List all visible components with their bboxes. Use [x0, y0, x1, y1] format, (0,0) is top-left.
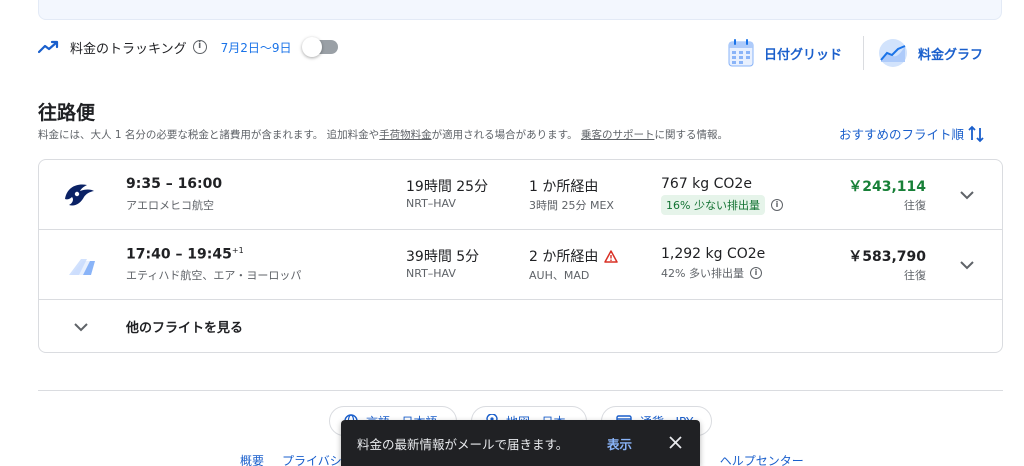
stops-detail: 3時間 25分 MEX — [529, 199, 614, 212]
view-divider — [863, 36, 864, 70]
co2-emissions: 767 kg CO2e — [661, 176, 752, 192]
aeromexico-logo-icon — [65, 184, 94, 206]
footer-divider — [38, 390, 1003, 391]
emission-badge: 16% 少ない排出量 — [661, 195, 765, 215]
flight-row[interactable]: 17:40 – 19:45+1 エティハド航空、エア・ヨーロッパ 39時間 5分… — [39, 230, 1002, 300]
tracking-dates: 7月2日〜9日 — [220, 40, 292, 55]
sort-label: おすすめのフライト順 — [839, 127, 965, 142]
day-offset: +1 — [231, 246, 244, 255]
airline-name: エティハド航空、エア・ヨーロッパ — [126, 269, 302, 282]
price-graph-label: 料金グラフ — [918, 47, 984, 63]
trip-type: 往復 — [904, 199, 926, 212]
stops-text: 1 か所経由 — [529, 179, 599, 195]
expand-button[interactable] — [955, 253, 979, 277]
flight-duration: 39時間 5分 — [406, 249, 480, 265]
etihad-logo-icon — [69, 259, 95, 275]
stops-text: 2 か所経由 — [529, 249, 599, 265]
more-flights-button[interactable]: 他のフライトを見る — [39, 300, 1002, 352]
flight-results-list: 9:35 – 16:00 アエロメヒコ航空 19時間 25分 NRT–HAV 1… — [38, 159, 1003, 353]
subtitle-text: が適用される場合があります。 — [431, 129, 578, 141]
flight-price: ￥243,114 — [848, 179, 926, 195]
flight-row[interactable]: 9:35 – 16:00 アエロメヒコ航空 19時間 25分 NRT–HAV 1… — [39, 160, 1002, 230]
snackbar-close-button[interactable] — [665, 432, 685, 452]
trending-up-icon — [38, 40, 59, 54]
sort-icon — [968, 125, 984, 142]
top-banner — [38, 0, 1002, 20]
date-grid-button[interactable]: 日付グリッド — [728, 36, 842, 70]
flight-duration: 19時間 25分 — [406, 179, 489, 195]
emission-comparison: 16% 少ない排出量 i — [661, 195, 783, 215]
info-icon[interactable]: i — [192, 40, 207, 54]
trip-type: 往復 — [904, 269, 926, 282]
calendar-grid-icon — [728, 39, 754, 67]
flight-route: NRT–HAV — [406, 197, 456, 210]
section-subtitle: 料金には、大人 1 名分の必要な税金と諸費用が含まれます。 追加料金や手荷物料金… — [38, 127, 728, 142]
price-graph-icon — [879, 39, 907, 67]
flight-stops: 1 か所経由 — [529, 176, 598, 196]
price-graph-button[interactable]: 料金グラフ — [878, 36, 983, 70]
section-title: 往路便 — [38, 102, 96, 124]
flight-times: 17:40 – 19:45+1 — [126, 246, 244, 263]
expand-button[interactable] — [955, 183, 979, 207]
chevron-down-icon — [74, 322, 88, 331]
stops-detail: AUH、MAD — [529, 269, 590, 282]
footer-link-about[interactable]: 概要 — [240, 452, 264, 466]
price-tracking-toggle[interactable] — [301, 37, 338, 57]
warning-icon[interactable] — [604, 249, 619, 263]
flight-route: NRT–HAV — [406, 267, 456, 280]
more-flights-label: 他のフライトを見る — [126, 321, 244, 336]
flight-price: ￥583,790 — [848, 249, 926, 265]
price-tracking-label: 料金のトラッキング — [70, 41, 187, 57]
flight-stops: 2 か所経由 — [529, 246, 619, 266]
price-tracking-row: 料金のトラッキング i 7月2日〜9日 — [38, 34, 338, 60]
passenger-support-link[interactable]: 乗客のサポート — [581, 129, 655, 141]
co2-emissions: 1,292 kg CO2e — [661, 246, 766, 262]
flight-times: 9:35 – 16:00 — [126, 176, 222, 192]
subtitle-text: に関する情報。 — [654, 129, 728, 141]
baggage-fees-link[interactable]: 手荷物料金 — [379, 129, 432, 141]
date-grid-label: 日付グリッド — [764, 47, 843, 63]
snackbar-message: 料金の最新情報がメールで届きます。 — [357, 437, 569, 452]
info-icon[interactable]: i — [749, 267, 762, 279]
airline-name: アエロメヒコ航空 — [126, 199, 214, 212]
chevron-down-icon — [960, 260, 974, 269]
toggle-knob — [301, 37, 322, 57]
sort-button[interactable]: おすすめのフライト順 — [839, 124, 984, 143]
times-text: 17:40 – 19:45 — [126, 246, 232, 263]
subtitle-text: 料金には、大人 1 名分の必要な税金と諸費用が含まれます。 追加料金や — [38, 129, 380, 141]
info-icon[interactable]: i — [770, 199, 783, 211]
times-text: 9:35 – 16:00 — [126, 176, 223, 192]
close-icon — [668, 435, 682, 449]
footer-link-help[interactable]: ヘルプセンター — [720, 452, 804, 466]
snackbar-view-button[interactable]: 表示 — [607, 434, 632, 453]
emission-note: 42% 多い排出量 — [661, 267, 744, 280]
snackbar: 料金の最新情報がメールで届きます。 表示 — [341, 420, 700, 466]
more-chevron — [69, 315, 93, 339]
chevron-down-icon — [960, 190, 974, 199]
emission-comparison: 42% 多い排出量 i — [661, 265, 762, 281]
